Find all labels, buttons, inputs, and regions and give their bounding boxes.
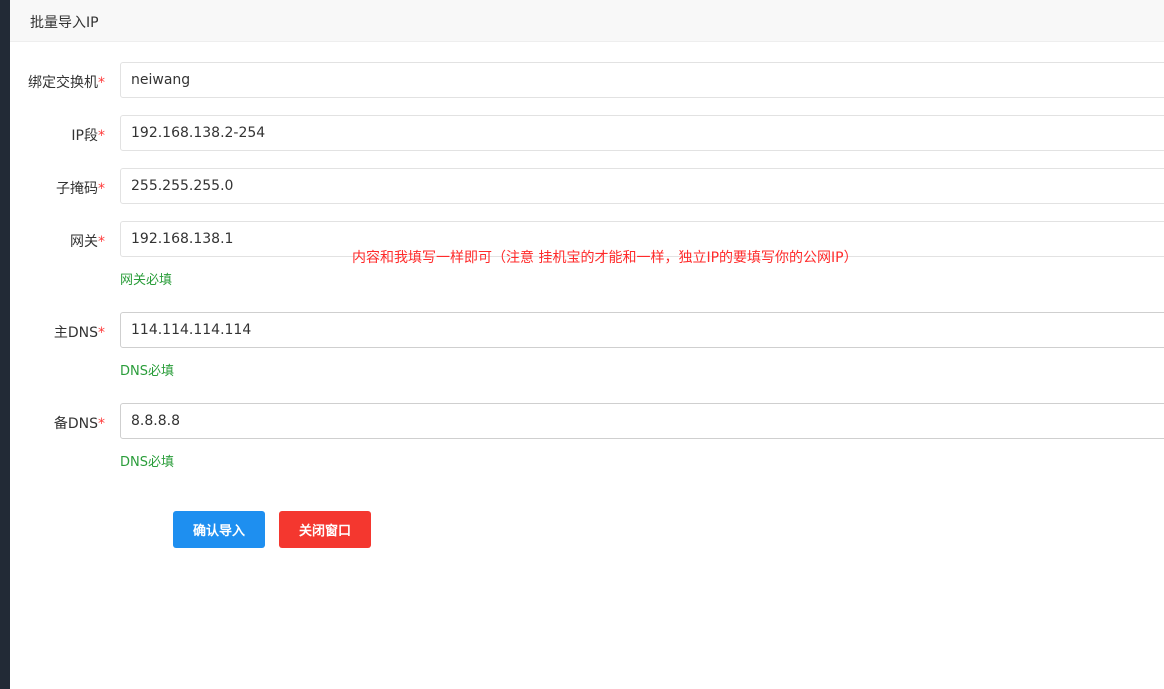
primary-dns-hint: DNS必填 xyxy=(120,364,174,379)
form-row-primary-dns: 主DNS* xyxy=(10,312,1164,350)
required-mark: * xyxy=(98,416,105,432)
primary-dns-label: 主DNS* xyxy=(53,325,105,341)
secondary-dns-label: 备DNS* xyxy=(53,416,105,432)
gateway-label: 网关* xyxy=(70,234,105,250)
form-row-switch: 绑定交换机* xyxy=(10,62,1164,100)
secondary-dns-hint: DNS必填 xyxy=(120,455,174,470)
form-row-subnet-mask: 子掩码* xyxy=(10,168,1164,206)
ip-range-input[interactable] xyxy=(120,115,1164,151)
required-mark: * xyxy=(98,325,105,341)
required-mark: * xyxy=(98,234,105,250)
primary-dns-input[interactable] xyxy=(120,312,1164,348)
switch-label: 绑定交换机* xyxy=(28,75,105,91)
modal-header: 批量导入IP xyxy=(10,0,1164,42)
batch-import-ip-modal: 批量导入IP 绑定交换机* IP段* 子掩码* 网关* 网关必填 内容和我填写一… xyxy=(10,0,1164,689)
confirm-import-button[interactable]: 确认导入 xyxy=(173,511,265,548)
required-mark: * xyxy=(98,181,105,197)
background-page-strip xyxy=(0,0,10,689)
secondary-dns-input[interactable] xyxy=(120,403,1164,439)
modal-title: 批量导入IP xyxy=(30,15,99,31)
switch-input[interactable] xyxy=(120,62,1164,98)
instruction-annotation: 内容和我填写一样即可（注意 挂机宝的才能和一样，独立IP的要填写你的公网IP） xyxy=(352,250,858,266)
subnet-mask-input[interactable] xyxy=(120,168,1164,204)
form-row-ip-range: IP段* xyxy=(10,115,1164,153)
form-row-secondary-dns: 备DNS* xyxy=(10,403,1164,441)
required-mark: * xyxy=(98,128,105,144)
gateway-hint: 网关必填 xyxy=(120,273,173,288)
close-window-button[interactable]: 关闭窗口 xyxy=(279,511,371,548)
required-mark: * xyxy=(98,75,105,91)
subnet-mask-label: 子掩码* xyxy=(56,181,105,197)
ip-range-label: IP段* xyxy=(71,128,105,144)
